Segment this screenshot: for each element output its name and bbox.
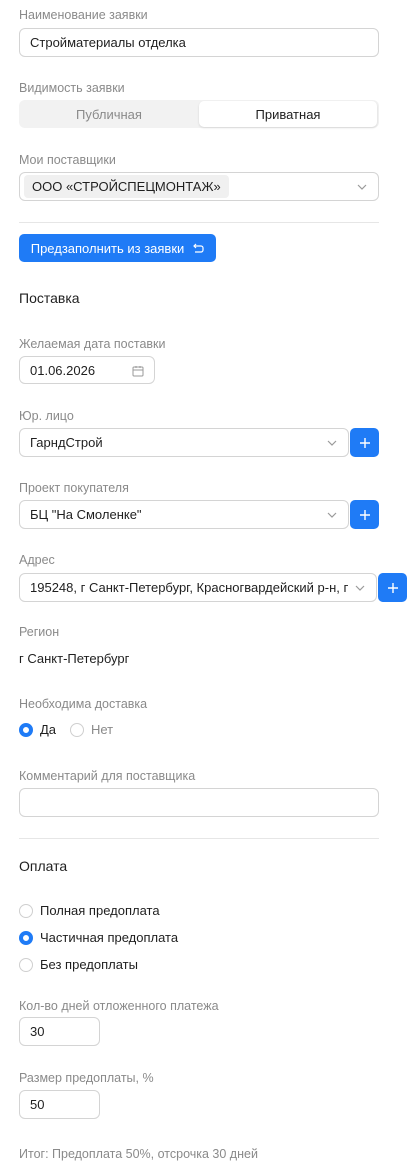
prefill-from-request-button[interactable]: Предзаполнить из заявки	[19, 234, 216, 262]
no-prepayment-label: Без предоплаты	[40, 957, 138, 972]
region-label: Регион	[19, 625, 60, 639]
prepayment-percent-label: Размер предоплаты, %	[19, 1071, 154, 1085]
chevron-down-icon	[327, 440, 337, 446]
visibility-private-option[interactable]: Приватная	[199, 101, 377, 127]
chevron-down-icon	[357, 184, 367, 190]
request-name-label: Наименование заявки	[19, 8, 148, 22]
partial-prepayment-label: Частичная предоплата	[40, 930, 179, 945]
legal-entity-select[interactable]: ГарндСтрой	[19, 428, 349, 457]
need-delivery-label: Необходима доставка	[19, 697, 148, 711]
request-name-input[interactable]: Стройматериалы отделка	[19, 28, 379, 57]
divider	[19, 222, 379, 223]
partial-prepayment-radio[interactable]	[19, 931, 33, 945]
legal-entity-value: ГарндСтрой	[30, 435, 103, 450]
comment-label: Комментарий для поставщика	[19, 769, 196, 783]
full-prepayment-radio[interactable]	[19, 904, 33, 918]
delivery-date-label: Желаемая дата поставки	[19, 337, 166, 351]
full-prepayment-label: Полная предоплата	[40, 903, 160, 918]
buyer-project-value: БЦ "На Смоленке"	[30, 507, 142, 522]
delivery-no-radio[interactable]	[70, 723, 84, 737]
suppliers-select[interactable]: ООО «СТРОЙСПЕЦМОНТАЖ»	[19, 172, 379, 201]
divider	[19, 838, 379, 839]
region-value: г Санкт-Петербург	[19, 651, 130, 666]
plus-icon	[359, 509, 370, 520]
plus-icon	[387, 582, 398, 593]
prepayment-percent-input[interactable]: 50	[19, 1090, 100, 1119]
supplier-tag[interactable]: ООО «СТРОЙСПЕЦМОНТАЖ»	[24, 175, 229, 198]
suppliers-label: Мои поставщики	[19, 153, 116, 167]
plus-icon	[359, 437, 370, 448]
calendar-icon	[132, 366, 144, 377]
delivery-no-label: Нет	[91, 722, 114, 737]
visibility-label: Видимость заявки	[19, 81, 125, 95]
deferred-days-label: Кол-во дней отложенного платежа	[19, 999, 219, 1013]
payment-section-title: Оплата	[19, 858, 68, 874]
prepayment-percent-value: 50	[30, 1097, 45, 1112]
request-name-value: Стройматериалы отделка	[30, 35, 186, 50]
legal-entity-label: Юр. лицо	[19, 409, 74, 423]
payment-summary: Итог: Предоплата 50%, отсрочка 30 дней	[19, 1147, 258, 1161]
add-legal-entity-button[interactable]	[350, 428, 379, 457]
prefill-button-label: Предзаполнить из заявки	[30, 240, 185, 256]
buyer-project-label: Проект покупателя	[19, 481, 129, 495]
add-project-button[interactable]	[350, 500, 379, 529]
delivery-section-title: Поставка	[19, 290, 80, 306]
delivery-date-value: 01.06.2026	[30, 362, 96, 378]
address-select[interactable]: 195248, г Санкт-Петербург, Красногвардей…	[19, 573, 377, 602]
add-address-button[interactable]	[378, 573, 407, 602]
deferred-days-input[interactable]: 30	[19, 1017, 100, 1046]
visibility-public-option[interactable]: Публичная	[19, 100, 199, 128]
return-arrow-icon	[193, 243, 204, 253]
address-value: 195248, г Санкт-Петербург, Красногвардей…	[30, 580, 348, 595]
buyer-project-select[interactable]: БЦ "На Смоленке"	[19, 500, 349, 529]
address-label: Адрес	[19, 553, 55, 567]
deferred-days-value: 30	[30, 1024, 45, 1039]
chevron-down-icon	[327, 512, 337, 518]
comment-input[interactable]	[19, 788, 379, 817]
delivery-yes-label: Да	[40, 722, 57, 737]
visibility-segmented-control: Публичная Приватная	[19, 100, 379, 128]
chevron-down-icon	[355, 585, 365, 591]
delivery-date-picker[interactable]: 01.06.2026	[19, 356, 155, 384]
delivery-yes-radio[interactable]	[19, 723, 33, 737]
no-prepayment-radio[interactable]	[19, 958, 33, 972]
